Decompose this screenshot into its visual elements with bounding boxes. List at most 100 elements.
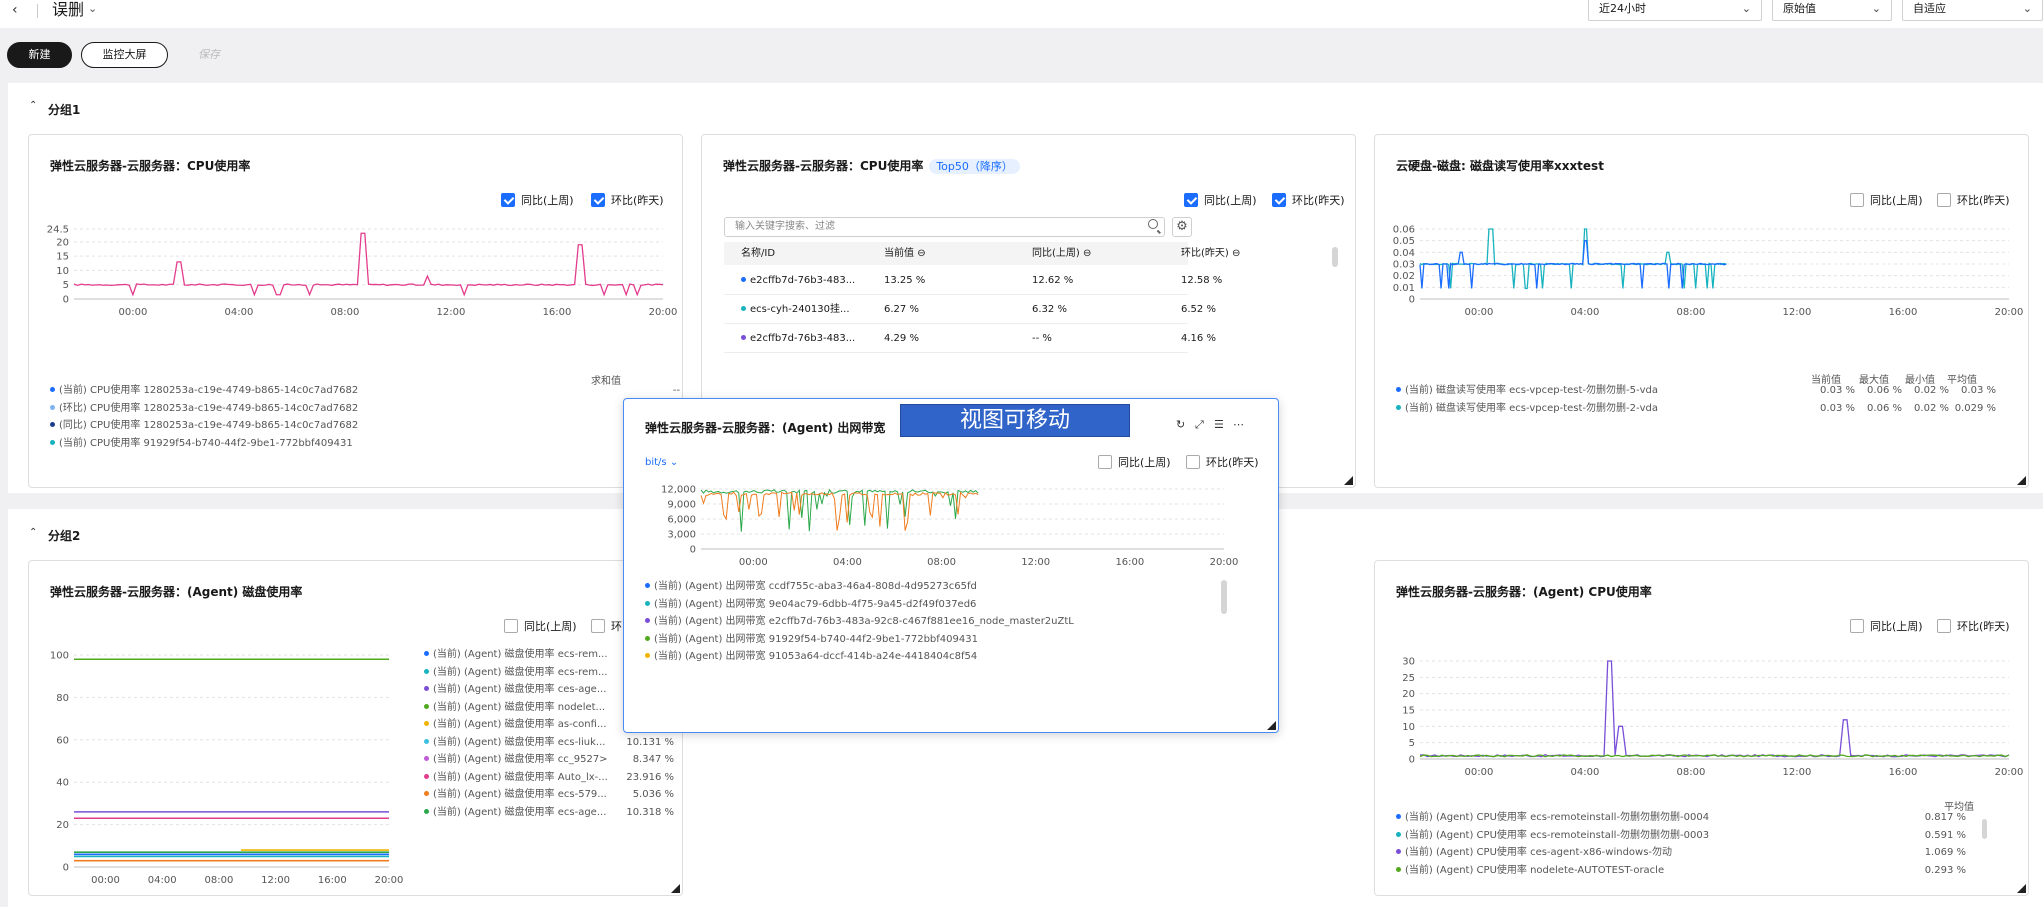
chart-legend: (当前) CPU使用率 1280253a-c19e-4749-b865-14c0… — [50, 382, 680, 452]
refresh-icon[interactable]: ↻ — [1176, 418, 1185, 431]
legend-item[interactable]: (当前) (Agent) 出网带宽 91929f54-b740-44f2-9be… — [645, 631, 1074, 649]
legend-item[interactable]: (当前) (Agent) 磁盘使用率 Auto_lx-... 23.916 % — [424, 769, 674, 787]
moveable-banner: 视图可移动 — [900, 404, 1130, 437]
save-button[interactable]: 保存 — [198, 42, 222, 68]
disk-rw-card: 云硬盘-磁盘: 磁盘读写使用率xxxtest 同比(上周) 环比(昨天) 0 0.… — [1374, 134, 2029, 488]
mom-checkbox[interactable]: 环比(昨天) — [1272, 193, 1345, 208]
series-dot — [645, 635, 650, 641]
x-tick-label: 12:00 — [261, 875, 290, 886]
value-mode-select[interactable]: 原始值 ⌄ — [1772, 0, 1892, 21]
legend-item[interactable]: (当前) CPU使用率 91929f54-b740-44f2-9be1-772b… — [50, 435, 680, 453]
checkbox-label: 环比(昨天) — [1292, 194, 1345, 207]
yoy-checkbox[interactable]: 同比(上周) — [501, 193, 574, 208]
series-line — [1419, 228, 1727, 290]
column-header[interactable]: 当前值 ⊖ — [884, 242, 926, 265]
layout-mode-select[interactable]: 自适应 ⌄ — [1902, 0, 2043, 21]
series-dot — [645, 653, 650, 658]
legend-item[interactable]: (当前) (Agent) 出网带宽 91053a64-dccf-414b-a24… — [645, 648, 1074, 666]
y-tick-label: 9,000 — [667, 500, 696, 511]
floating-bandwidth-card[interactable]: 弹性云服务器-云服务器：(Agent) 出网带宽 视图可移动 ↻ ⤢ ☰ ⋯ b… — [623, 398, 1279, 733]
scrollbar[interactable] — [1982, 819, 1987, 839]
time-range-select[interactable]: 近24小时 ⌄ — [1588, 0, 1762, 21]
mom-checkbox[interactable]: 环比(昨天) — [1937, 193, 2010, 208]
legend-label: (当前) (Agent) 磁盘使用率 ces-age... — [433, 684, 607, 695]
unit-select[interactable]: bit/s ⌄ — [645, 457, 678, 468]
x-tick-label: 12:00 — [1783, 767, 1812, 778]
resize-handle-icon[interactable] — [671, 884, 680, 893]
chevron-left-icon[interactable]: ‹ — [12, 2, 18, 18]
legend-item[interactable]: (当前) (Agent) CPU使用率 ecs-remoteinstall-勿删… — [1396, 827, 1966, 845]
x-tick-label: 04:00 — [833, 557, 862, 568]
legend-item[interactable]: (当前) 磁盘读写使用率 ecs-vpcep-test-勿删勿删-2-vda 0.… — [1396, 400, 1996, 418]
search-input[interactable]: 输入关键字搜索、过滤 — [724, 217, 1165, 237]
legend-item[interactable]: (当前) (Agent) 磁盘使用率 ecs-579... 5.036 % — [424, 786, 674, 804]
table-row[interactable]: e2cffb7d-76b3-483... 4.29 % -- % 4.16 % — [724, 324, 1216, 353]
legend-value: 0.591 % — [1924, 829, 1966, 841]
x-tick-label: 08:00 — [331, 307, 360, 318]
table-row[interactable]: ecs-cyh-240130挂... 6.27 % 6.32 % 6.52 % — [724, 295, 1216, 324]
value-mode-value: 原始值 — [1783, 2, 1816, 15]
legend-item[interactable]: (当前) (Agent) 磁盘使用率 cc_9527> 8.347 % — [424, 751, 674, 769]
legend-item[interactable]: (当前) (Agent) CPU使用率 nodelete-AUTOTEST-or… — [1396, 862, 1966, 880]
legend-item[interactable]: (当前) (Agent) 磁盘使用率 ecs-age... 10.318 % — [424, 804, 674, 822]
card-title-text: 弹性云服务器-云服务器：CPU使用率 — [723, 159, 924, 173]
legend-label: (当前) 磁盘读写使用率 ecs-vpcep-test-勿删勿删-2-vda — [1405, 402, 1659, 414]
resize-handle-icon[interactable] — [1267, 721, 1276, 730]
resize-handle-icon[interactable] — [2017, 884, 2026, 893]
legend-item[interactable]: (当前) (Agent) 出网带宽 e2cffb7d-76b3-483a-92c… — [645, 613, 1074, 631]
mom-checkbox[interactable]: 环比(昨天) — [1186, 455, 1259, 470]
legend-item[interactable]: (同比) CPU使用率 1280253a-c19e-4749-b865-14c0… — [50, 417, 680, 435]
chevron-down-icon: ⌄ — [2022, 2, 2032, 15]
chevron-up-icon[interactable]: ⌃ — [29, 527, 37, 538]
mom-checkbox[interactable]: 环比(昨天) — [1937, 619, 2010, 634]
yoy-checkbox[interactable]: 同比(上周) — [1850, 619, 1923, 634]
monitor-screen-button[interactable]: 监控大屏 — [81, 42, 168, 68]
legend-item[interactable]: (当前) (Agent) CPU使用率 ecs-remoteinstall-勿删… — [1396, 809, 1966, 827]
table-row[interactable]: e2cffb7d-76b3-483... 13.25 % 12.62 % 12.… — [724, 266, 1222, 295]
group-title: 分组1 — [48, 103, 81, 117]
legend-item[interactable]: (当前) (Agent) 出网带宽 9e04ac79-6dbb-4f75-9a4… — [645, 596, 1074, 614]
yoy-checkbox[interactable]: 同比(上周) — [1850, 193, 1923, 208]
legend-item[interactable]: (当前) (Agent) 出网带宽 ccdf755c-aba3-46a4-808… — [645, 578, 1074, 596]
column-header[interactable]: 同比(上周) ⊖ — [1032, 242, 1091, 265]
mom-checkbox[interactable]: 环比(昨天) — [591, 193, 664, 208]
legend-stat: 0.03 % — [1820, 385, 1855, 396]
list-icon[interactable]: ☰ — [1214, 418, 1224, 431]
column-label: 同比(上周) — [1032, 248, 1080, 259]
column-header[interactable]: 名称/ID — [741, 242, 775, 265]
y-tick-label: 0.06 — [1393, 225, 1415, 236]
chevron-down-icon[interactable]: ⌄ — [88, 2, 97, 15]
row-mom: 4.16 % — [1181, 333, 1216, 344]
resize-handle-icon[interactable] — [2017, 476, 2026, 485]
column-header[interactable]: 环比(昨天) ⊖ — [1181, 242, 1240, 265]
series-line — [73, 232, 664, 297]
more-icon[interactable]: ⋯ — [1233, 418, 1244, 431]
fullscreen-icon[interactable]: ⤢ — [1195, 418, 1204, 432]
gear-icon[interactable]: ⚙ — [1172, 217, 1192, 237]
legend-item[interactable]: (当前) (Agent) CPU使用率 ces-agent-x86-window… — [1396, 844, 1966, 862]
chevron-down-icon: ⌄ — [1871, 2, 1881, 15]
legend-item[interactable]: (当前) 磁盘读写使用率 ecs-vpcep-test-勿删勿删-5-vda 0.… — [1396, 382, 1996, 400]
y-tick-label: 40 — [56, 778, 69, 789]
y-tick-label: 0 — [63, 863, 69, 874]
x-tick-label: 00:00 — [739, 557, 768, 568]
scrollbar[interactable] — [1332, 247, 1338, 267]
checkbox-icon — [1850, 619, 1864, 633]
x-tick-label: 04:00 — [1571, 307, 1600, 318]
row-current: 6.27 % — [884, 304, 919, 315]
yoy-checkbox[interactable]: 同比(上周) — [504, 619, 577, 634]
yoy-checkbox[interactable]: 同比(上周) — [1098, 455, 1171, 470]
y-tick-label: 0 — [690, 545, 696, 556]
checkbox-label: 环比(昨天) — [611, 194, 664, 207]
legend-item[interactable]: (当前) (Agent) 磁盘使用率 ecs-liuk... 10.131 % — [424, 734, 674, 752]
yoy-checkbox[interactable]: 同比(上周) — [1184, 193, 1257, 208]
series-dot — [424, 721, 429, 726]
scrollbar[interactable] — [1221, 580, 1227, 614]
legend-item[interactable]: (环比) CPU使用率 1280253a-c19e-4749-b865-14c0… — [50, 400, 680, 418]
y-tick-label: 5 — [1409, 738, 1415, 749]
chevron-up-icon[interactable]: ⌃ — [29, 100, 37, 111]
resize-handle-icon[interactable] — [1344, 476, 1353, 485]
new-button[interactable]: 新建 — [7, 42, 72, 68]
row-name: ecs-cyh-240130挂... — [750, 304, 850, 315]
legend-item[interactable]: (当前) CPU使用率 1280253a-c19e-4749-b865-14c0… — [50, 382, 680, 400]
